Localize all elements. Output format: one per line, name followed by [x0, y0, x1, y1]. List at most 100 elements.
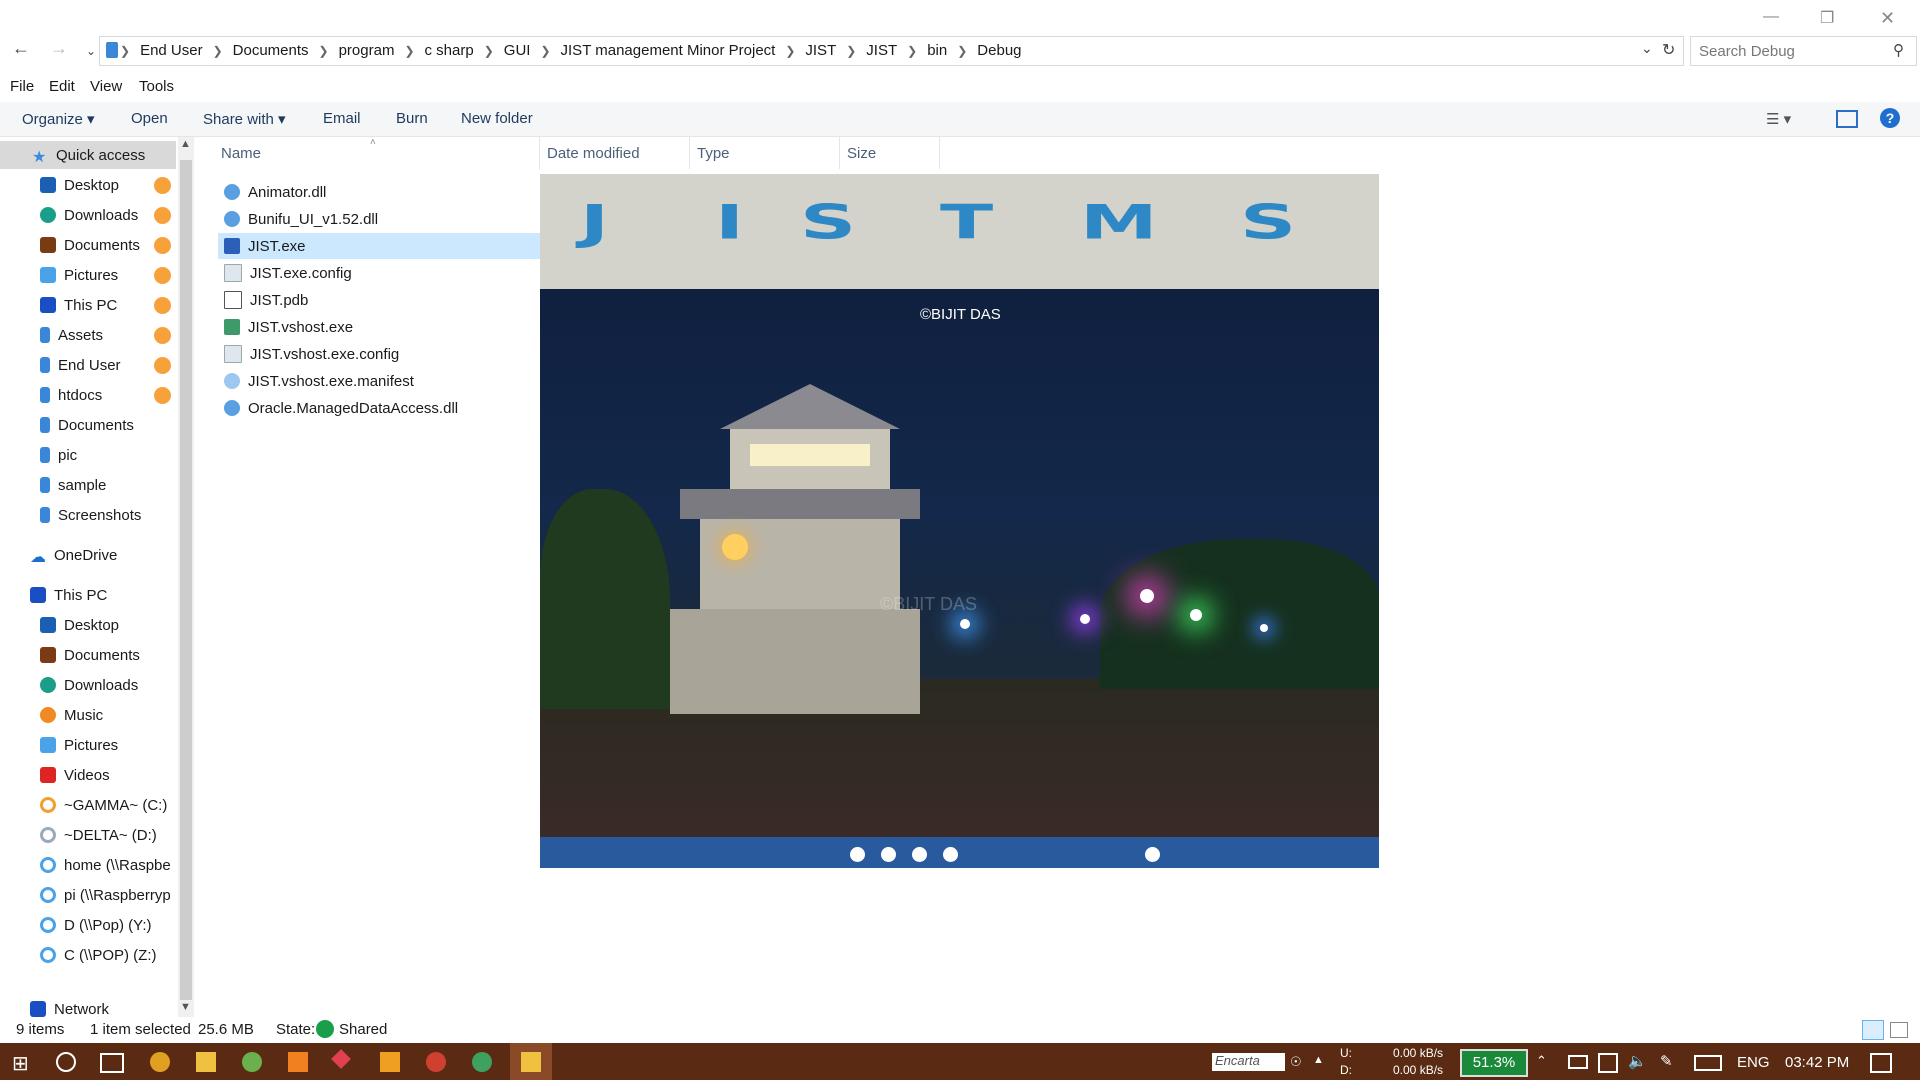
cpu-meter[interactable]: 51.3%	[1460, 1049, 1528, 1077]
active-app-highlight[interactable]	[510, 1043, 552, 1080]
breadcrumb-item[interactable]: Debug	[973, 42, 1025, 59]
slide-dot[interactable]	[1145, 847, 1160, 862]
slide-dot[interactable]	[850, 847, 865, 862]
chevron-right-icon: ❯	[483, 43, 494, 58]
battery-icon[interactable]	[1568, 1055, 1588, 1069]
file-explorer-icon[interactable]	[196, 1052, 216, 1072]
search-box[interactable]: Search Debug ⚲	[1690, 36, 1917, 66]
light-blue	[960, 619, 970, 629]
recent-locations-chevron-icon[interactable]: ⌄	[86, 44, 96, 58]
breadcrumb-item[interactable]: c sharp	[421, 42, 478, 59]
nav-quick-access[interactable]: ★ Quick access	[0, 141, 176, 169]
column-divider[interactable]	[689, 137, 690, 169]
config-file-icon	[224, 264, 242, 282]
file-row[interactable]: Bunifu_UI_v1.52.dll	[218, 206, 540, 232]
help-icon[interactable]: ?	[1880, 108, 1900, 128]
encarta-search[interactable]: Encarta	[1212, 1053, 1285, 1071]
address-bar[interactable]: ❯ End User ❯ Documents ❯ program ❯ c sharp ❯…	[99, 36, 1684, 66]
breadcrumb-item[interactable]: JIST	[862, 42, 901, 59]
tray-overflow-icon[interactable]: ▲	[1313, 1054, 1324, 1066]
copyright-text: ©BIJIT DAS	[920, 306, 1001, 323]
slide-dot[interactable]	[912, 847, 927, 862]
language-indicator[interactable]: ENG	[1737, 1054, 1770, 1071]
menu-file[interactable]: File	[10, 78, 34, 95]
app-icon[interactable]	[242, 1052, 262, 1072]
tray-app-icon[interactable]: ☉	[1290, 1054, 1302, 1070]
restore-icon[interactable]: ❐	[1820, 8, 1834, 28]
file-row[interactable]: JIST.exe.config	[218, 260, 540, 286]
clock[interactable]: 03:42 PM	[1785, 1054, 1849, 1071]
file-row[interactable]: Animator.dll	[218, 179, 540, 205]
close-icon[interactable]: ✕	[1880, 8, 1895, 29]
new-folder-button[interactable]: New folder	[461, 110, 533, 127]
action-center-icon[interactable]	[1870, 1053, 1892, 1073]
large-icons-view-icon[interactable]	[1890, 1022, 1908, 1038]
preview-pane-icon[interactable]	[1836, 110, 1858, 128]
details-view-icon[interactable]	[1862, 1020, 1884, 1040]
exe-icon	[224, 238, 240, 254]
menu-view[interactable]: View	[90, 78, 122, 95]
nav-network[interactable]: Network	[0, 1001, 206, 1017]
chrome-icon[interactable]	[150, 1052, 170, 1072]
column-type[interactable]: Type	[697, 145, 730, 162]
breadcrumb-item[interactable]: JIST management Minor Project	[557, 42, 780, 59]
address-dropdown-chevron-icon[interactable]: ⌄	[1641, 40, 1653, 57]
breadcrumb-item[interactable]: Documents	[229, 42, 313, 59]
task-view-icon[interactable]	[100, 1053, 124, 1073]
network-icon[interactable]	[1598, 1053, 1618, 1073]
breadcrumb-item[interactable]: JIST	[801, 42, 840, 59]
share-with-button[interactable]: Share with ▾	[203, 110, 286, 128]
file-row[interactable]: JIST.vshost.exe.manifest	[218, 368, 540, 394]
open-button[interactable]: Open	[131, 110, 168, 127]
back-arrow-icon[interactable]: ←	[12, 38, 30, 59]
column-divider[interactable]	[839, 137, 840, 169]
file-row[interactable]: JIST.vshost.exe	[218, 314, 540, 340]
column-size[interactable]: Size	[847, 145, 876, 162]
breadcrumb-item[interactable]: End User	[136, 42, 207, 59]
breadcrumb-item[interactable]: bin	[923, 42, 951, 59]
nav-label: OneDrive	[54, 546, 118, 564]
volume-icon[interactable]: 🔈	[1628, 1052, 1647, 1070]
keyboard-icon[interactable]	[1694, 1055, 1722, 1071]
nav-scrollbar-thumb[interactable]	[180, 160, 192, 1000]
breadcrumb-item[interactable]: program	[335, 42, 399, 59]
column-divider[interactable]	[939, 137, 940, 169]
slide-dot[interactable]	[943, 847, 958, 862]
app-grid-icon[interactable]	[380, 1052, 400, 1072]
menu-edit[interactable]: Edit	[49, 78, 75, 95]
column-divider[interactable]	[539, 137, 540, 169]
show-hidden-icons-icon[interactable]: ⌃	[1536, 1053, 1547, 1069]
change-view-icon[interactable]: ☰ ▾	[1766, 110, 1791, 128]
burn-button[interactable]: Burn	[396, 110, 428, 127]
folder-icon	[40, 387, 50, 403]
vlc-icon[interactable]	[288, 1052, 308, 1072]
nav-label: Documents	[64, 236, 140, 254]
nav-this-pc[interactable]: This PC	[0, 581, 206, 609]
column-date-modified[interactable]: Date modified	[547, 145, 640, 162]
git-icon[interactable]	[331, 1049, 351, 1069]
app-icon[interactable]	[472, 1052, 492, 1072]
status-bar: 9 items 1 item selected 25.6 MB State: S…	[0, 1017, 1920, 1043]
column-name[interactable]: Name	[221, 145, 261, 162]
light-purple	[1080, 614, 1090, 624]
file-row-selected[interactable]: JIST.exe	[218, 233, 540, 259]
minimize-icon[interactable]: —	[1763, 8, 1779, 26]
light-pink	[1140, 589, 1154, 603]
nav-onedrive[interactable]: ☁ OneDrive	[0, 541, 206, 569]
file-row[interactable]: Oracle.ManagedDataAccess.dll	[218, 395, 540, 421]
forward-arrow-icon[interactable]: →	[50, 38, 68, 59]
breadcrumb-item[interactable]: GUI	[500, 42, 535, 59]
windows-start-icon[interactable]: ⊞	[12, 1051, 29, 1076]
file-row[interactable]: JIST.pdb	[218, 287, 540, 313]
menu-tools[interactable]: Tools	[139, 78, 174, 95]
file-row[interactable]: JIST.vshost.exe.config	[218, 341, 540, 367]
email-button[interactable]: Email	[323, 110, 361, 127]
search-circle-icon[interactable]	[56, 1052, 76, 1072]
refresh-icon[interactable]: ↻	[1662, 40, 1675, 60]
scroll-up-arrow-icon[interactable]: ▲	[180, 138, 191, 150]
pen-icon[interactable]: ✎	[1660, 1052, 1673, 1070]
app-icon[interactable]	[426, 1052, 446, 1072]
scroll-down-arrow-icon[interactable]: ▼	[180, 1001, 191, 1013]
slide-dot[interactable]	[881, 847, 896, 862]
organize-button[interactable]: Organize ▾	[22, 110, 95, 128]
